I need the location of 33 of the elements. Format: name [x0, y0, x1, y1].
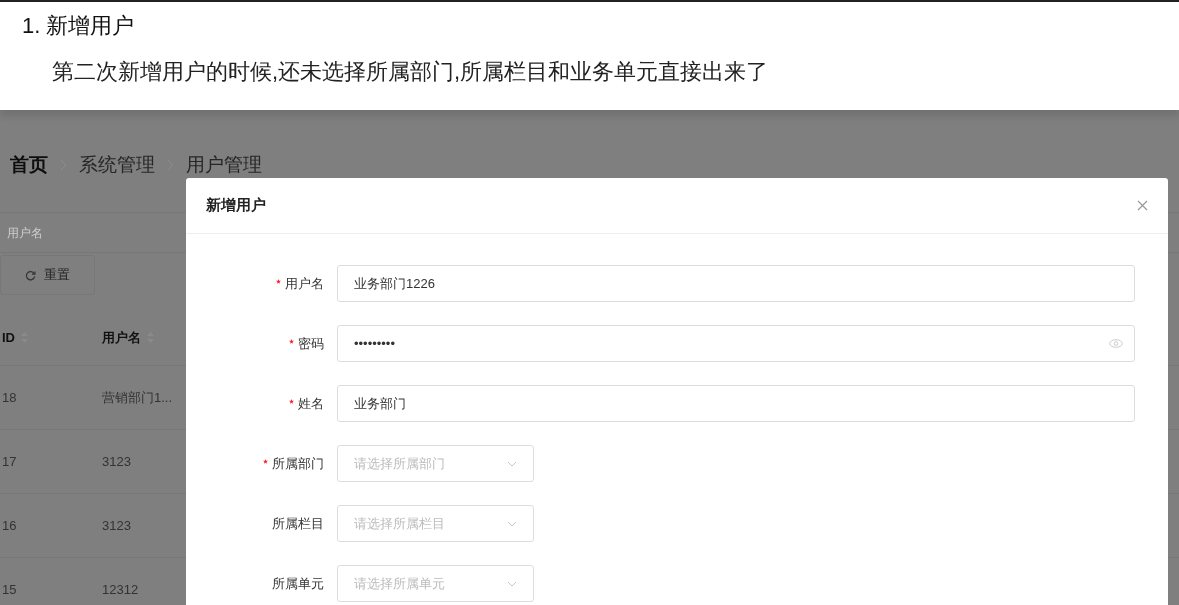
table-cell-text: 17: [2, 452, 17, 471]
reset-button[interactable]: 重置: [0, 255, 95, 295]
table-cell-text: 16: [2, 516, 17, 535]
dialog-title: 新增用户: [206, 195, 266, 216]
refresh-icon: [25, 269, 36, 281]
chevron-down-icon: [507, 520, 517, 527]
breadcrumb-item[interactable]: 用户管理: [186, 150, 262, 180]
field-label: 所属部门: [272, 455, 324, 471]
field-label: 所属单元: [272, 575, 324, 591]
close-icon[interactable]: [1137, 200, 1148, 211]
chevron-down-icon: [507, 580, 517, 587]
field-label: 用户名: [285, 275, 324, 291]
table-cell-text: 12312: [102, 580, 139, 599]
field-label: 所属栏目: [272, 515, 324, 531]
field-label: 姓名: [298, 395, 324, 411]
table-cell-text: 18: [2, 388, 17, 407]
table-cell-text: 3123: [102, 452, 131, 471]
input-field[interactable]: •••••••••: [337, 325, 1135, 362]
heading: 1. 新增用户: [22, 12, 136, 40]
breadcrumb-item[interactable]: 首页: [10, 150, 48, 180]
breadcrumb-item[interactable]: 系统管理: [79, 150, 155, 180]
input-field[interactable]: 业务部门: [337, 385, 1135, 422]
input-field[interactable]: 业务部门1226: [337, 265, 1135, 302]
description-text: 第二次新增用户的时候,还未选择所属部门,所属栏目和业务单元直接出来了: [52, 58, 770, 86]
table-cell-text: 营销部门1...: [102, 388, 173, 407]
eye-icon[interactable]: [1109, 339, 1123, 348]
search-field[interactable]: 用户名: [0, 222, 180, 243]
table-cell-text: 3123: [102, 516, 131, 535]
column-header[interactable]: ID: [2, 327, 15, 348]
table-cell-text: 15: [2, 580, 17, 599]
column-header[interactable]: 用户名: [102, 327, 141, 348]
chevron-down-icon: [507, 460, 517, 467]
field-label: 密码: [298, 335, 324, 351]
